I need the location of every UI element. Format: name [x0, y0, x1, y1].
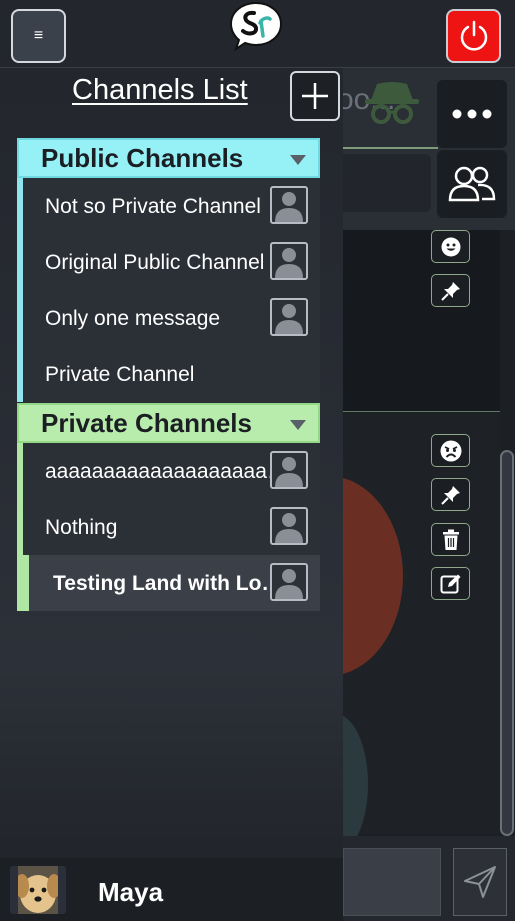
- message-input[interactable]: [343, 848, 441, 916]
- pin-button[interactable]: [431, 478, 470, 511]
- hamburger-icon: ≡: [33, 27, 44, 44]
- users-icon: [448, 166, 496, 202]
- section-label: Private Channels: [41, 407, 252, 438]
- collapse-arrow-icon: [290, 155, 306, 165]
- delete-button[interactable]: [431, 523, 470, 556]
- channel-label: Only one message: [45, 307, 221, 330]
- channel-item[interactable]: Nothing: [17, 499, 320, 555]
- top-bar: ≡: [0, 0, 515, 68]
- channel-label: Original Public Channel: [45, 251, 265, 274]
- channel-item[interactable]: Not so Private Channel: [17, 178, 320, 234]
- angry-face-icon: [440, 440, 461, 461]
- message-image: [343, 714, 368, 854]
- add-channel-button[interactable]: [290, 71, 340, 121]
- section-label: Public Channels: [41, 142, 244, 173]
- smile-icon: [441, 237, 460, 256]
- more-options-button[interactable]: [437, 80, 507, 148]
- channel-item[interactable]: aaaaaaaaaaaaaaaaaaaaaaaaaaaaaa: [17, 443, 320, 499]
- react-button[interactable]: [431, 230, 470, 263]
- pin-icon: [440, 281, 460, 301]
- react-button[interactable]: [431, 434, 470, 467]
- channel-item[interactable]: Private Channel: [17, 346, 320, 402]
- chat-search-field[interactable]: [343, 154, 431, 212]
- message: [343, 230, 500, 412]
- channel-label: Private Channel: [45, 363, 195, 386]
- send-icon: [464, 866, 496, 898]
- plus-icon: [302, 83, 328, 109]
- message: [343, 414, 500, 854]
- edit-button[interactable]: [431, 567, 470, 600]
- user-profile[interactable]: Maya: [0, 858, 343, 921]
- chat-header: oo...: [343, 68, 515, 230]
- channel-item[interactable]: Original Public Channel: [17, 234, 320, 290]
- chat-area: oo...: [343, 68, 515, 921]
- pin-icon: [440, 485, 460, 505]
- trash-icon: [442, 529, 459, 550]
- channel-label: Not so Private Channel: [45, 195, 261, 218]
- collapse-arrow-icon: [290, 420, 306, 430]
- channel-item-active[interactable]: Testing Land with Lorem: [17, 555, 320, 611]
- channel-avatar-icon: [270, 563, 308, 601]
- channel-item[interactable]: Only one message: [17, 290, 320, 346]
- app-logo: [230, 1, 283, 51]
- pin-button[interactable]: [431, 274, 470, 307]
- power-icon: [460, 20, 487, 51]
- channel-label: Testing Land with Lorem: [53, 572, 283, 595]
- channel-avatar-icon: [270, 451, 308, 489]
- members-button[interactable]: [437, 150, 507, 218]
- avatar: [10, 866, 66, 914]
- channel-avatar-icon: [270, 242, 308, 280]
- incognito-icon: [365, 82, 419, 124]
- channel-avatar-icon: [270, 298, 308, 336]
- channel-avatar-icon: [270, 507, 308, 545]
- channel-label: aaaaaaaaaaaaaaaaaaaaaaaaaaaaaa: [45, 460, 291, 483]
- channel-avatar-icon: [270, 186, 308, 224]
- private-channels-header[interactable]: Private Channels: [17, 403, 320, 443]
- message-avatar: [343, 476, 403, 676]
- chat-footer: [343, 836, 515, 921]
- channel-label: Nothing: [45, 516, 118, 539]
- power-button[interactable]: [446, 9, 501, 63]
- drawer-title: Channels List: [72, 74, 248, 106]
- more-icon: [452, 109, 492, 119]
- public-channels-header[interactable]: Public Channels: [17, 138, 320, 178]
- channels-drawer: Channels List Public Channels Not so Pri…: [0, 68, 343, 921]
- user-name: Maya: [98, 877, 164, 907]
- menu-button[interactable]: ≡: [11, 9, 66, 63]
- edit-icon: [440, 574, 460, 593]
- send-button[interactable]: [453, 848, 507, 916]
- header-underline: [343, 147, 438, 149]
- message-scrollbar[interactable]: [500, 450, 514, 836]
